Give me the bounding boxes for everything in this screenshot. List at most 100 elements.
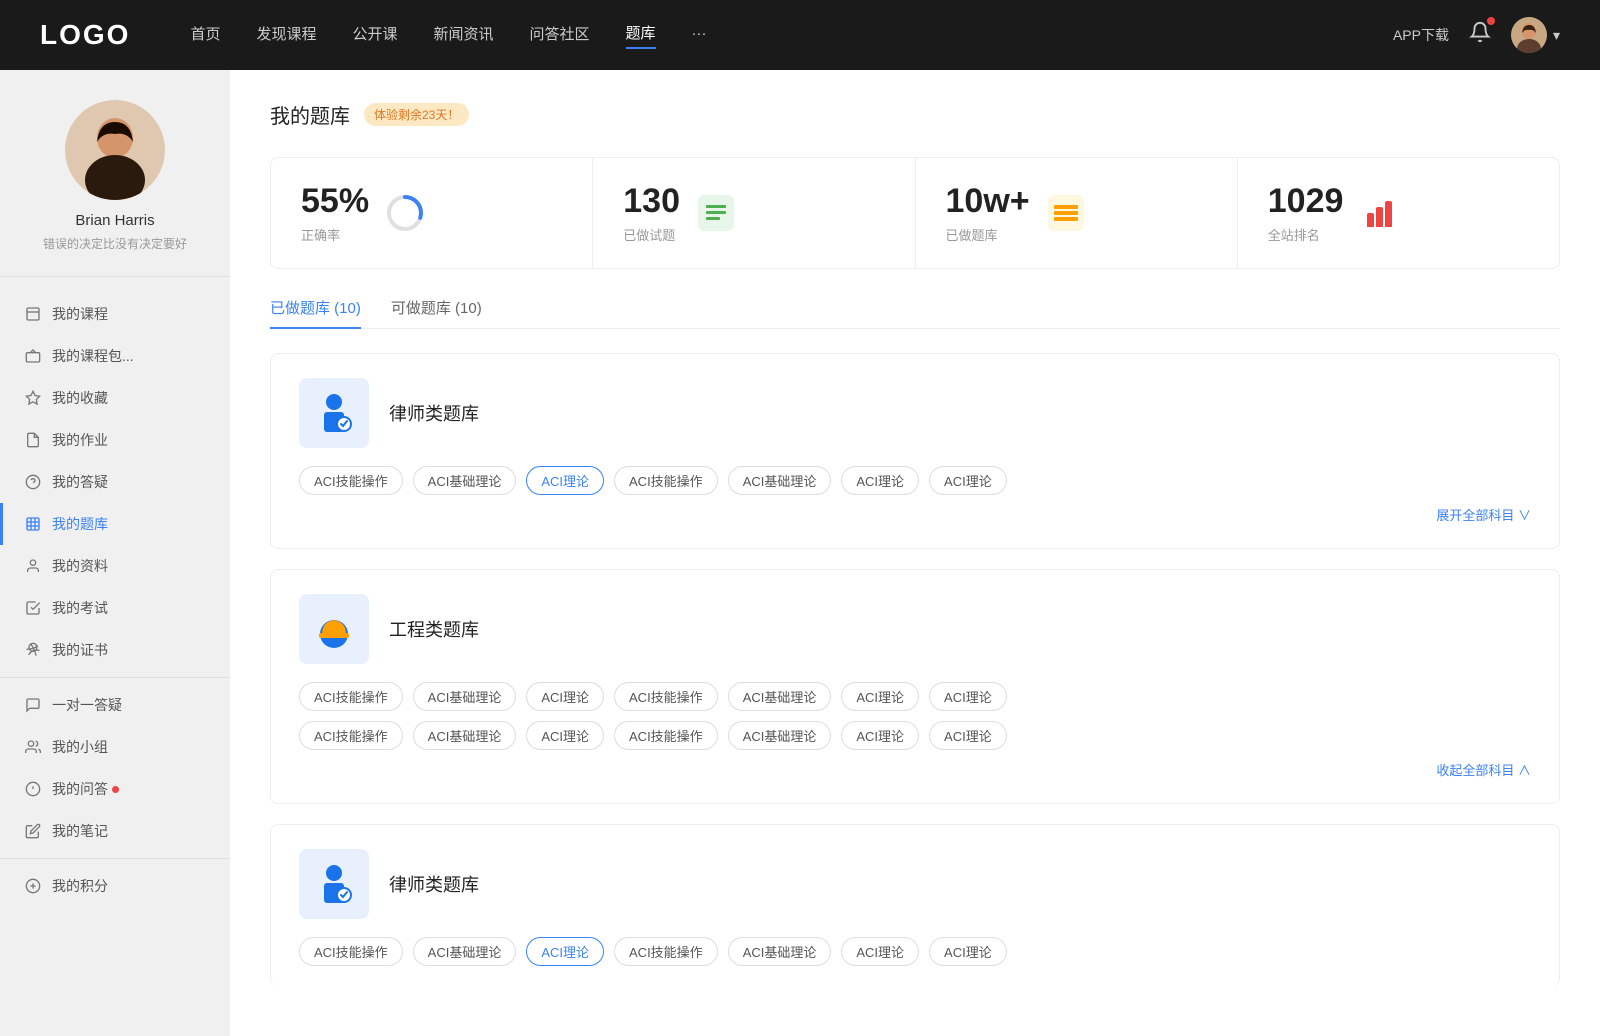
tag[interactable]: ACI基础理论 <box>728 937 832 966</box>
profile-avatar <box>65 100 165 200</box>
tag[interactable]: ACI基础理论 <box>413 466 517 495</box>
tag-active[interactable]: ACI理论 <box>526 937 604 966</box>
accuracy-icon <box>385 193 425 233</box>
qbank-section-lawyer-2: 律师类题库 ACI技能操作 ACI基础理论 ACI理论 ACI技能操作 ACI基… <box>270 824 1560 986</box>
tabs-row: 已做题库 (10) 可做题库 (10) <box>270 297 1560 329</box>
sidebar-item-myqa[interactable]: 我的问答 <box>0 768 230 810</box>
tag[interactable]: ACI基础理论 <box>413 721 517 750</box>
user-avatar-button[interactable]: ▾ <box>1511 17 1560 53</box>
nav-news[interactable]: 新闻资讯 <box>434 23 494 48</box>
sidebar-divider-2 <box>0 858 230 859</box>
tag[interactable]: ACI基础理论 <box>728 682 832 711</box>
notification-badge <box>1487 17 1495 25</box>
tag[interactable]: ACI基础理论 <box>413 682 517 711</box>
tag[interactable]: ACI技能操作 <box>299 937 403 966</box>
notes-icon <box>24 822 42 840</box>
stat-done-questions-label: 已做试题 <box>623 225 680 244</box>
qbank-icon-engineer <box>299 594 369 664</box>
qbank-icon <box>24 515 42 533</box>
collapse-button-engineer[interactable]: 收起全部科目 ∧ <box>299 760 1531 779</box>
qbank-icon-lawyer-1 <box>299 378 369 448</box>
profile-doc-icon <box>24 557 42 575</box>
tag[interactable]: ACI基础理论 <box>413 937 517 966</box>
sidebar-item-package[interactable]: 我的课程包... <box>0 335 230 377</box>
nav-more[interactable]: ··· <box>692 25 707 46</box>
qbank-header-engineer: 工程类题库 <box>299 594 1531 664</box>
app-download-button[interactable]: APP下载 <box>1393 25 1449 45</box>
stat-ranking-label: 全站排名 <box>1268 225 1344 244</box>
sidebar-item-qbank[interactable]: 我的题库 <box>0 503 230 545</box>
notification-bell[interactable] <box>1469 21 1491 49</box>
sidebar-item-exam[interactable]: 我的考试 <box>0 587 230 629</box>
tag[interactable]: ACI理论 <box>526 721 604 750</box>
tag[interactable]: ACI理论 <box>841 937 919 966</box>
expand-button-lawyer-1[interactable]: 展开全部科目 ∨ <box>299 505 1531 524</box>
sidebar-item-one-on-one[interactable]: 一对一答疑 <box>0 684 230 726</box>
tab-available-banks[interactable]: 可做题库 (10) <box>391 297 482 328</box>
tag[interactable]: ACI技能操作 <box>299 466 403 495</box>
tag[interactable]: ACI理论 <box>526 682 604 711</box>
qbank-title-lawyer-2: 律师类题库 <box>389 871 479 897</box>
tag[interactable]: ACI技能操作 <box>299 721 403 750</box>
sidebar-item-homework[interactable]: 我的作业 <box>0 419 230 461</box>
tag[interactable]: ACI技能操作 <box>614 937 718 966</box>
logo: LOGO <box>40 19 130 51</box>
tag[interactable]: ACI技能操作 <box>614 466 718 495</box>
header-right: APP下载 ▾ <box>1393 17 1560 53</box>
sidebar-item-favorites[interactable]: 我的收藏 <box>0 377 230 419</box>
qbank-title-lawyer-1: 律师类题库 <box>389 400 479 426</box>
stat-ranking-text: 1029 全站排名 <box>1268 182 1344 244</box>
main-nav: 首页 发现课程 公开课 新闻资讯 问答社区 题库 ··· <box>190 22 1393 49</box>
sidebar-label-group: 我的小组 <box>52 737 108 757</box>
stat-accuracy-value: 55% <box>301 182 369 221</box>
tag[interactable]: ACI理论 <box>929 682 1007 711</box>
tag[interactable]: ACI理论 <box>929 937 1007 966</box>
sidebar-item-qa[interactable]: 我的答疑 <box>0 461 230 503</box>
nav-home[interactable]: 首页 <box>190 23 220 48</box>
sidebar-label-points: 我的积分 <box>52 876 108 896</box>
package-icon <box>24 347 42 365</box>
chevron-down-icon: ▾ <box>1553 27 1560 44</box>
sidebar-item-profile[interactable]: 我的资料 <box>0 545 230 587</box>
sidebar-item-notes[interactable]: 我的笔记 <box>0 810 230 852</box>
tab-done-banks[interactable]: 已做题库 (10) <box>270 297 361 328</box>
stat-done-banks-text: 10w+ 已做题库 <box>946 182 1030 244</box>
sidebar-item-points[interactable]: 我的积分 <box>0 865 230 907</box>
group-icon <box>24 738 42 756</box>
tags-row-engineer-1: ACI技能操作 ACI基础理论 ACI理论 ACI技能操作 ACI基础理论 AC… <box>299 682 1531 711</box>
tag[interactable]: ACI理论 <box>841 721 919 750</box>
main-layout: Brian Harris 错误的决定比没有决定要好 我的课程 <box>0 70 1600 1036</box>
nav-discover[interactable]: 发现课程 <box>256 23 316 48</box>
tag[interactable]: ACI技能操作 <box>614 721 718 750</box>
trial-badge: 体验剩余23天！ <box>364 103 469 126</box>
profile-motto: 错误的决定比没有决定要好 <box>43 235 187 252</box>
page-title-row: 我的题库 体验剩余23天！ <box>270 100 1560 129</box>
tag[interactable]: ACI理论 <box>929 721 1007 750</box>
sidebar-label-qa: 我的答疑 <box>52 472 108 492</box>
tag[interactable]: ACI技能操作 <box>299 682 403 711</box>
sidebar-item-course[interactable]: 我的课程 <box>0 293 230 335</box>
stat-done-questions-value: 130 <box>623 182 680 221</box>
nav-qa[interactable]: 问答社区 <box>530 23 590 48</box>
tag[interactable]: ACI基础理论 <box>728 466 832 495</box>
tag[interactable]: ACI基础理论 <box>728 721 832 750</box>
sidebar-item-cert[interactable]: 我的证书 <box>0 629 230 671</box>
tag[interactable]: ACI理论 <box>841 682 919 711</box>
profile-name: Brian Harris <box>75 212 154 229</box>
exam-icon <box>24 599 42 617</box>
sidebar-item-group[interactable]: 我的小组 <box>0 726 230 768</box>
nav-qbank[interactable]: 题库 <box>626 22 656 49</box>
course-icon <box>24 305 42 323</box>
sidebar-label-cert: 我的证书 <box>52 640 108 660</box>
stat-ranking: 1029 全站排名 <box>1238 158 1559 268</box>
avatar <box>1511 17 1547 53</box>
nav-open-course[interactable]: 公开课 <box>352 23 397 48</box>
tag[interactable]: ACI技能操作 <box>614 682 718 711</box>
tag[interactable]: ACI理论 <box>929 466 1007 495</box>
tag[interactable]: ACI理论 <box>841 466 919 495</box>
tag-active[interactable]: ACI理论 <box>526 466 604 495</box>
stats-row: 55% 正确率 130 已做试题 <box>270 157 1560 269</box>
qbank-section-engineer: 工程类题库 ACI技能操作 ACI基础理论 ACI理论 ACI技能操作 ACI基… <box>270 569 1560 804</box>
sidebar-label-package: 我的课程包... <box>52 346 134 366</box>
sidebar-profile: Brian Harris 错误的决定比没有决定要好 <box>0 100 230 277</box>
